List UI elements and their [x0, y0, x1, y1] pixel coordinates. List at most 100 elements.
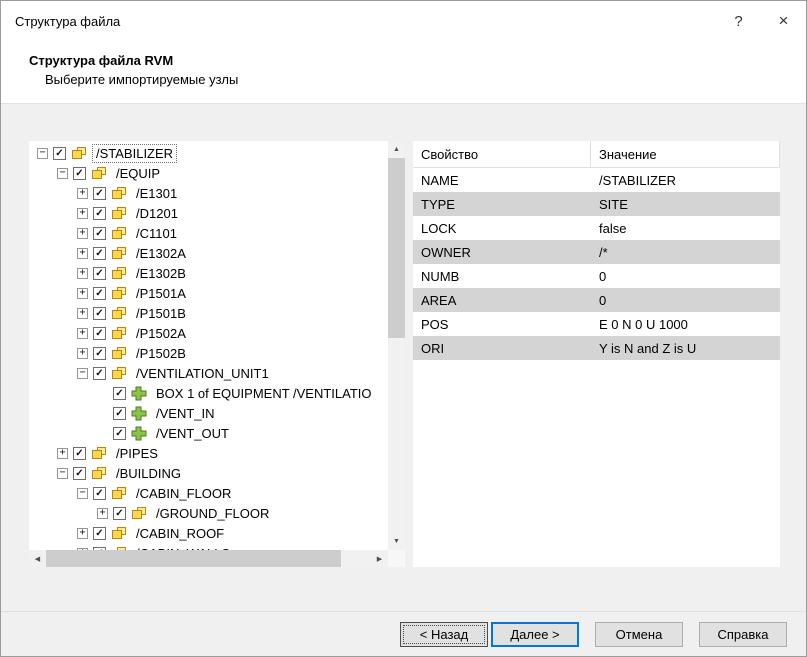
- tree-item[interactable]: + ✓ /P1501B: [29, 303, 388, 323]
- scroll-up-icon[interactable]: ▲: [388, 141, 405, 158]
- tree-item[interactable]: ✓ /VENT_OUT: [29, 423, 388, 443]
- tree-item[interactable]: + ✓ /P1502A: [29, 323, 388, 343]
- expander-icon[interactable]: +: [77, 188, 88, 199]
- tree-item[interactable]: + ✓ /C1101: [29, 223, 388, 243]
- node-icon: [131, 406, 147, 421]
- column-header-value: Значение: [591, 141, 780, 167]
- expander-icon[interactable]: +: [77, 528, 88, 539]
- property-value: false: [591, 221, 780, 236]
- button-bar: < Назад Далее > Отмена Справка: [1, 611, 806, 656]
- cancel-button[interactable]: Отмена: [595, 622, 683, 647]
- scroll-down-icon[interactable]: ▼: [388, 533, 405, 550]
- tree-item[interactable]: + ✓ /CABIN_ROOF: [29, 523, 388, 543]
- horizontal-scroll-thumb[interactable]: [46, 550, 341, 567]
- checkbox[interactable]: ✓: [53, 147, 66, 160]
- tree-item-label: /VENT_IN: [152, 404, 219, 423]
- checkbox[interactable]: ✓: [73, 447, 86, 460]
- properties-panel: Свойство Значение NAME /STABILIZER TYPE …: [413, 141, 780, 567]
- checkbox[interactable]: ✓: [93, 247, 106, 260]
- expander-icon[interactable]: +: [77, 208, 88, 219]
- checkbox[interactable]: ✓: [113, 427, 126, 440]
- node-icon: [91, 166, 107, 181]
- checkbox[interactable]: ✓: [93, 187, 106, 200]
- node-icon: [71, 146, 87, 161]
- node-icon: [111, 486, 127, 501]
- back-button[interactable]: < Назад: [400, 622, 488, 647]
- checkbox[interactable]: ✓: [93, 367, 106, 380]
- close-icon[interactable]: ×: [761, 1, 806, 41]
- checkbox[interactable]: ✓: [93, 487, 106, 500]
- checkbox[interactable]: ✓: [93, 307, 106, 320]
- column-header-property: Свойство: [413, 141, 591, 167]
- vertical-scroll-thumb[interactable]: [388, 158, 405, 338]
- scroll-left-icon[interactable]: ◀: [29, 550, 46, 567]
- tree-item[interactable]: + ✓ /E1302A: [29, 243, 388, 263]
- table-row: ORI Y is N and Z is U: [413, 336, 780, 360]
- expander-icon[interactable]: +: [97, 508, 108, 519]
- help-icon[interactable]: ?: [716, 1, 761, 41]
- next-button[interactable]: Далее >: [491, 622, 579, 647]
- tree-item[interactable]: + ✓ /D1201: [29, 203, 388, 223]
- property-name: OWNER: [413, 245, 591, 260]
- checkbox[interactable]: ✓: [113, 387, 126, 400]
- expander-icon[interactable]: +: [77, 348, 88, 359]
- property-value: /*: [591, 245, 780, 260]
- table-row: OWNER /*: [413, 240, 780, 264]
- tree-item-label: /P1502A: [132, 324, 190, 343]
- tree-item[interactable]: ✓ /VENT_IN: [29, 403, 388, 423]
- horizontal-scrollbar[interactable]: ◀ ▶: [29, 550, 388, 567]
- checkbox[interactable]: ✓: [93, 207, 106, 220]
- node-icon: [111, 266, 127, 281]
- tree-item[interactable]: + ✓ /CABIN_WALLS: [29, 543, 388, 550]
- table-row: NAME /STABILIZER: [413, 168, 780, 192]
- tree-item[interactable]: − ✓ /STABILIZER: [29, 143, 388, 163]
- checkbox[interactable]: ✓: [93, 227, 106, 240]
- tree-item[interactable]: + ✓ /P1502B: [29, 343, 388, 363]
- tree-item[interactable]: + ✓ /E1301: [29, 183, 388, 203]
- node-icon: [111, 186, 127, 201]
- tree-item[interactable]: + ✓ /P1501A: [29, 283, 388, 303]
- tree-item[interactable]: − ✓ /VENTILATION_UNIT1: [29, 363, 388, 383]
- vertical-scrollbar[interactable]: ▲ ▼: [388, 141, 405, 550]
- checkbox[interactable]: ✓: [93, 347, 106, 360]
- expander-icon[interactable]: −: [37, 148, 48, 159]
- expander-icon[interactable]: +: [77, 288, 88, 299]
- checkbox[interactable]: ✓: [93, 287, 106, 300]
- expander-icon[interactable]: +: [57, 448, 68, 459]
- tree-item[interactable]: + ✓ /GROUND_FLOOR: [29, 503, 388, 523]
- checkbox[interactable]: ✓: [113, 407, 126, 420]
- tree-item[interactable]: + ✓ /PIPES: [29, 443, 388, 463]
- node-icon: [111, 326, 127, 341]
- checkbox[interactable]: ✓: [93, 267, 106, 280]
- node-icon: [131, 426, 147, 441]
- checkbox[interactable]: ✓: [93, 327, 106, 340]
- tree-item[interactable]: − ✓ /BUILDING: [29, 463, 388, 483]
- checkbox[interactable]: ✓: [93, 527, 106, 540]
- checkbox[interactable]: ✓: [113, 507, 126, 520]
- property-name: POS: [413, 317, 591, 332]
- expander-icon[interactable]: +: [77, 328, 88, 339]
- tree-item[interactable]: + ✓ /E1302B: [29, 263, 388, 283]
- scroll-right-icon[interactable]: ▶: [371, 550, 388, 567]
- tree-viewport[interactable]: − ✓ /STABILIZER − ✓ /EQUIP + ✓: [29, 141, 388, 550]
- expander-icon[interactable]: +: [77, 308, 88, 319]
- tree-item[interactable]: − ✓ /CABIN_FLOOR: [29, 483, 388, 503]
- table-row: LOCK false: [413, 216, 780, 240]
- expander-icon[interactable]: −: [57, 468, 68, 479]
- expander-icon[interactable]: +: [77, 268, 88, 279]
- expander-icon[interactable]: −: [77, 368, 88, 379]
- wizard-header: Структура файла RVM Выберите импортируем…: [1, 41, 806, 104]
- tree-item-label: /VENTILATION_UNIT1: [132, 364, 273, 383]
- property-value: /STABILIZER: [591, 173, 780, 188]
- expander-icon[interactable]: −: [57, 168, 68, 179]
- checkbox[interactable]: ✓: [73, 167, 86, 180]
- tree-item-label: /STABILIZER: [92, 144, 177, 163]
- tree-item[interactable]: ✓ BOX 1 of EQUIPMENT /VENTILATIO: [29, 383, 388, 403]
- checkbox[interactable]: ✓: [73, 467, 86, 480]
- expander-icon[interactable]: +: [77, 228, 88, 239]
- help-button[interactable]: Справка: [699, 622, 787, 647]
- tree-item[interactable]: − ✓ /EQUIP: [29, 163, 388, 183]
- expander-icon[interactable]: −: [77, 488, 88, 499]
- node-icon: [111, 246, 127, 261]
- expander-icon[interactable]: +: [77, 248, 88, 259]
